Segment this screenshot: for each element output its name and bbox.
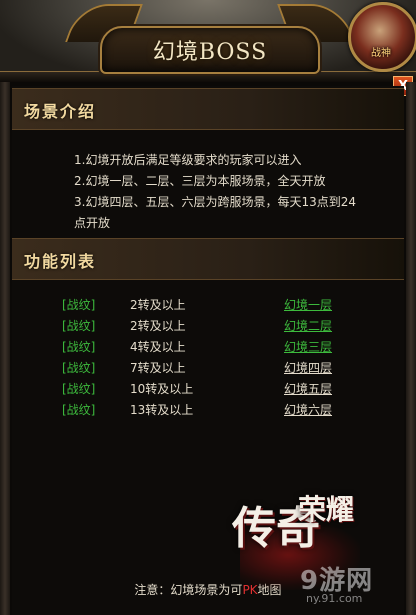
function-link[interactable]: 幻境三层	[284, 338, 332, 355]
function-requirement: 2转及以上	[130, 319, 186, 333]
title-plate: 幻境BOSS	[100, 26, 320, 74]
function-requirement: 4转及以上	[130, 340, 186, 354]
function-link[interactable]: 幻境二层	[284, 317, 332, 334]
function-link[interactable]: 幻境四层	[284, 359, 332, 376]
intro-line: 1.幻境开放后满足等级要求的玩家可以进入	[74, 153, 302, 167]
intro-line: 3.幻境四层、五层、六层为跨服场景，每天13点到24	[74, 195, 356, 209]
function-requirement: 7转及以上	[130, 361, 186, 375]
section-header-intro: 场景介绍	[12, 88, 404, 130]
intro-list: 1.幻境开放后满足等级要求的玩家可以进入 2.幻境一层、二层、三层为本服场景，全…	[74, 150, 394, 234]
intro-line: 2.幻境一层、二层、三层为本服场景，全天开放	[74, 174, 326, 188]
logo-sub-text: 荣耀	[298, 493, 355, 526]
function-requirement: 10转及以上	[130, 382, 194, 396]
function-link[interactable]: 幻境一层	[284, 296, 332, 313]
frame-left	[0, 82, 10, 615]
function-row: [战纹] 7转及以上 幻境四层	[62, 359, 362, 380]
function-tag: [战纹]	[62, 403, 96, 417]
function-link[interactable]: 幻境五层	[284, 380, 332, 397]
function-row: [战纹] 10转及以上 幻境五层	[62, 380, 362, 401]
function-tag: [战纹]	[62, 340, 96, 354]
function-tag: [战纹]	[62, 319, 96, 333]
function-requirement: 2转及以上	[130, 298, 186, 312]
function-list: [战纹] 2转及以上 幻境一层 [战纹] 2转及以上 幻境二层 [战纹] 4转及…	[62, 296, 362, 422]
function-row: [战纹] 2转及以上 幻境二层	[62, 317, 362, 338]
section-title-intro: 场景介绍	[24, 102, 97, 121]
function-row: [战纹] 4转及以上 幻境三层	[62, 338, 362, 359]
avatar-label: 战神	[371, 48, 391, 59]
intro-line: 点开放	[74, 216, 111, 230]
avatar[interactable]	[348, 2, 416, 72]
function-row: [战纹] 13转及以上 幻境六层	[62, 401, 362, 422]
watermark-url: ny.91.com	[306, 592, 363, 605]
function-tag: [战纹]	[62, 382, 96, 396]
section-header-functions: 功能列表	[12, 238, 404, 280]
window-title: 幻境BOSS	[152, 40, 268, 65]
function-tag: [战纹]	[62, 361, 96, 375]
function-link[interactable]: 幻境六层	[284, 401, 332, 418]
section-title-functions: 功能列表	[24, 252, 97, 271]
function-tag: [战纹]	[62, 298, 96, 312]
function-row: [战纹] 2转及以上 幻境一层	[62, 296, 362, 317]
function-requirement: 13转及以上	[130, 403, 194, 417]
